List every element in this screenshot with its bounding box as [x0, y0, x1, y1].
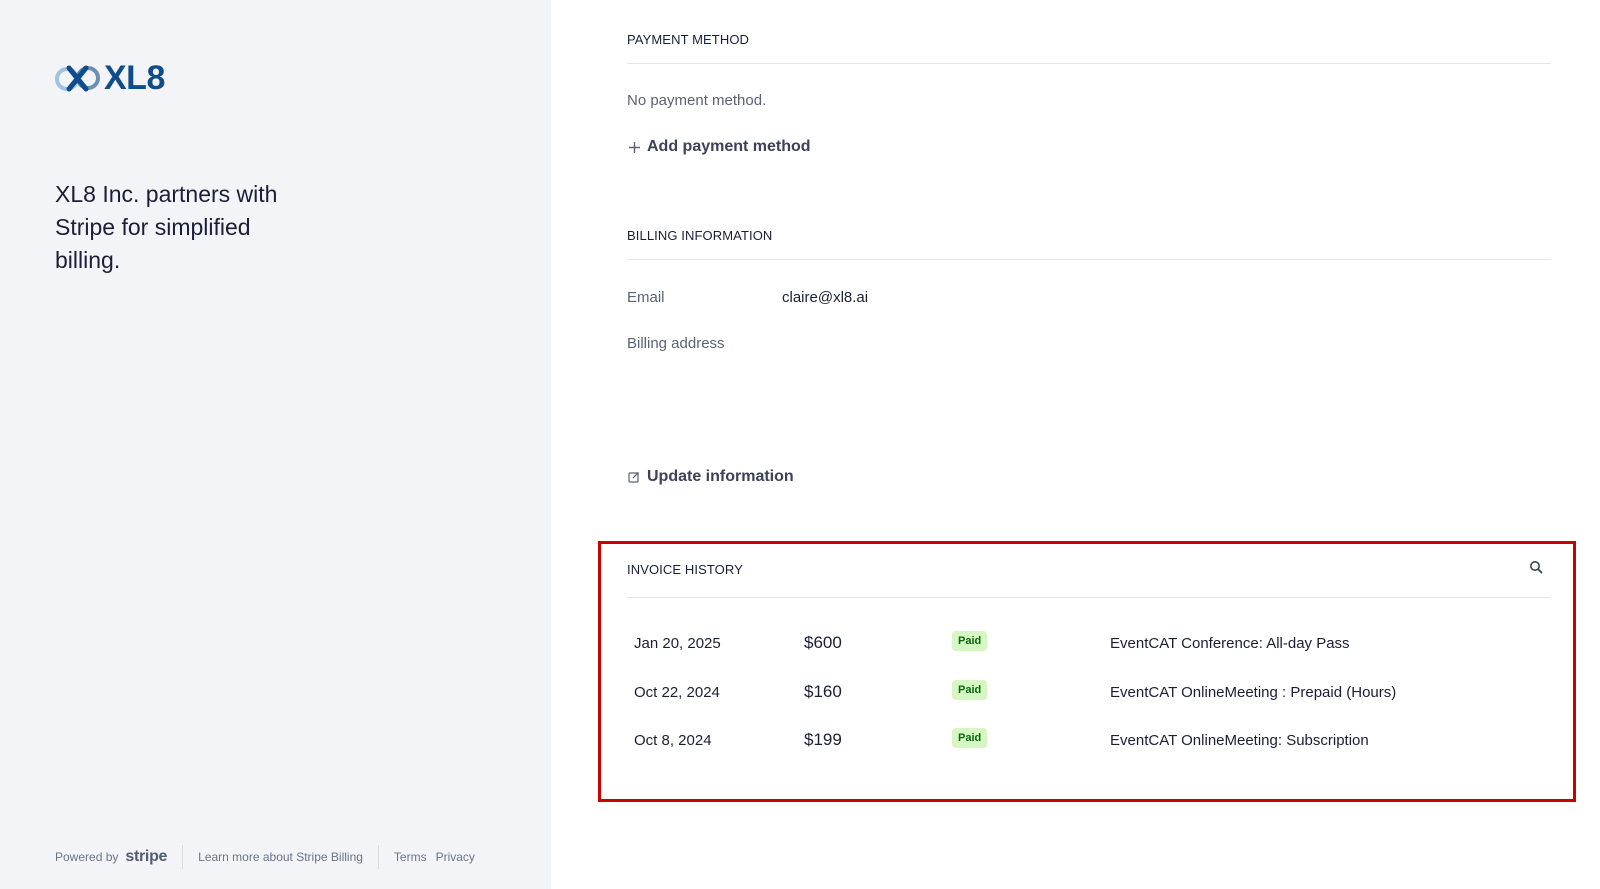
xl8-logo-icon — [55, 65, 100, 92]
payment-method-title: PAYMENT METHOD — [627, 32, 750, 47]
stripe-logo: stripe — [125, 848, 168, 865]
search-icon[interactable] — [1529, 560, 1545, 576]
invoice-history-highlight — [598, 541, 1576, 802]
plus-icon — [627, 140, 641, 154]
footer-divider — [182, 845, 184, 869]
invoice-description: EventCAT OnlineMeeting: Subscription — [1110, 732, 1369, 749]
brand-name: XL8 — [104, 58, 165, 97]
invoice-amount: $600 — [804, 633, 842, 652]
left-footer: Powered by stripe Learn more about Strip… — [55, 845, 475, 869]
invoice-history-title: INVOICE HISTORY — [627, 562, 743, 577]
invoice-date: Oct 22, 2024 — [634, 684, 720, 701]
invoice-description: EventCAT Conference: All-day Pass — [1110, 635, 1350, 652]
invoice-description: EventCAT OnlineMeeting : Prepaid (Hours) — [1110, 684, 1397, 701]
left-panel: XL8 XL8 Inc. partners with Stripe for si… — [0, 0, 551, 889]
status-badge: Paid — [952, 680, 988, 700]
section-divider — [627, 63, 1551, 64]
add-payment-method-button[interactable]: Add payment method — [627, 138, 811, 156]
powered-by-label: Powered by — [55, 850, 119, 864]
privacy-link[interactable]: Privacy — [436, 850, 475, 864]
billing-address-label: Billing address — [627, 335, 725, 352]
update-information-label: Update information — [647, 468, 794, 485]
billing-portal-page: XL8 XL8 Inc. partners with Stripe for si… — [0, 0, 1600, 889]
edit-icon — [627, 470, 641, 484]
email-value: claire@xl8.ai — [782, 289, 869, 306]
email-label: Email — [627, 289, 665, 306]
invoice-row[interactable]: Oct 8, 2024 $199 Paid EventCAT OnlineMee… — [634, 728, 1534, 752]
status-badge: Paid — [952, 631, 988, 651]
terms-link[interactable]: Terms — [394, 850, 427, 864]
billing-information-title: BILLING INFORMATION — [627, 228, 773, 243]
invoice-amount: $160 — [804, 682, 842, 701]
section-divider — [627, 259, 1551, 260]
powered-by-stripe[interactable]: Powered by stripe — [55, 848, 167, 866]
invoice-row[interactable]: Oct 22, 2024 $160 Paid EventCAT OnlineMe… — [634, 680, 1534, 704]
status-badge: Paid — [952, 728, 988, 748]
add-payment-method-label: Add payment method — [647, 138, 811, 155]
update-information-button[interactable]: Update information — [627, 468, 794, 486]
invoice-amount: $199 — [804, 730, 842, 749]
invoice-date: Jan 20, 2025 — [634, 635, 721, 652]
invoice-row[interactable]: Jan 20, 2025 $600 Paid EventCAT Conferen… — [634, 631, 1534, 655]
brand-logo[interactable]: XL8 — [54, 56, 165, 100]
brand-tagline: XL8 Inc. partners with Stripe for simpli… — [55, 181, 278, 273]
footer-divider — [377, 845, 379, 869]
invoice-date: Oct 8, 2024 — [634, 732, 712, 749]
no-payment-method-text: No payment method. — [627, 92, 767, 109]
learn-more-link[interactable]: Learn more about Stripe Billing — [198, 850, 363, 864]
section-divider — [627, 597, 1551, 598]
